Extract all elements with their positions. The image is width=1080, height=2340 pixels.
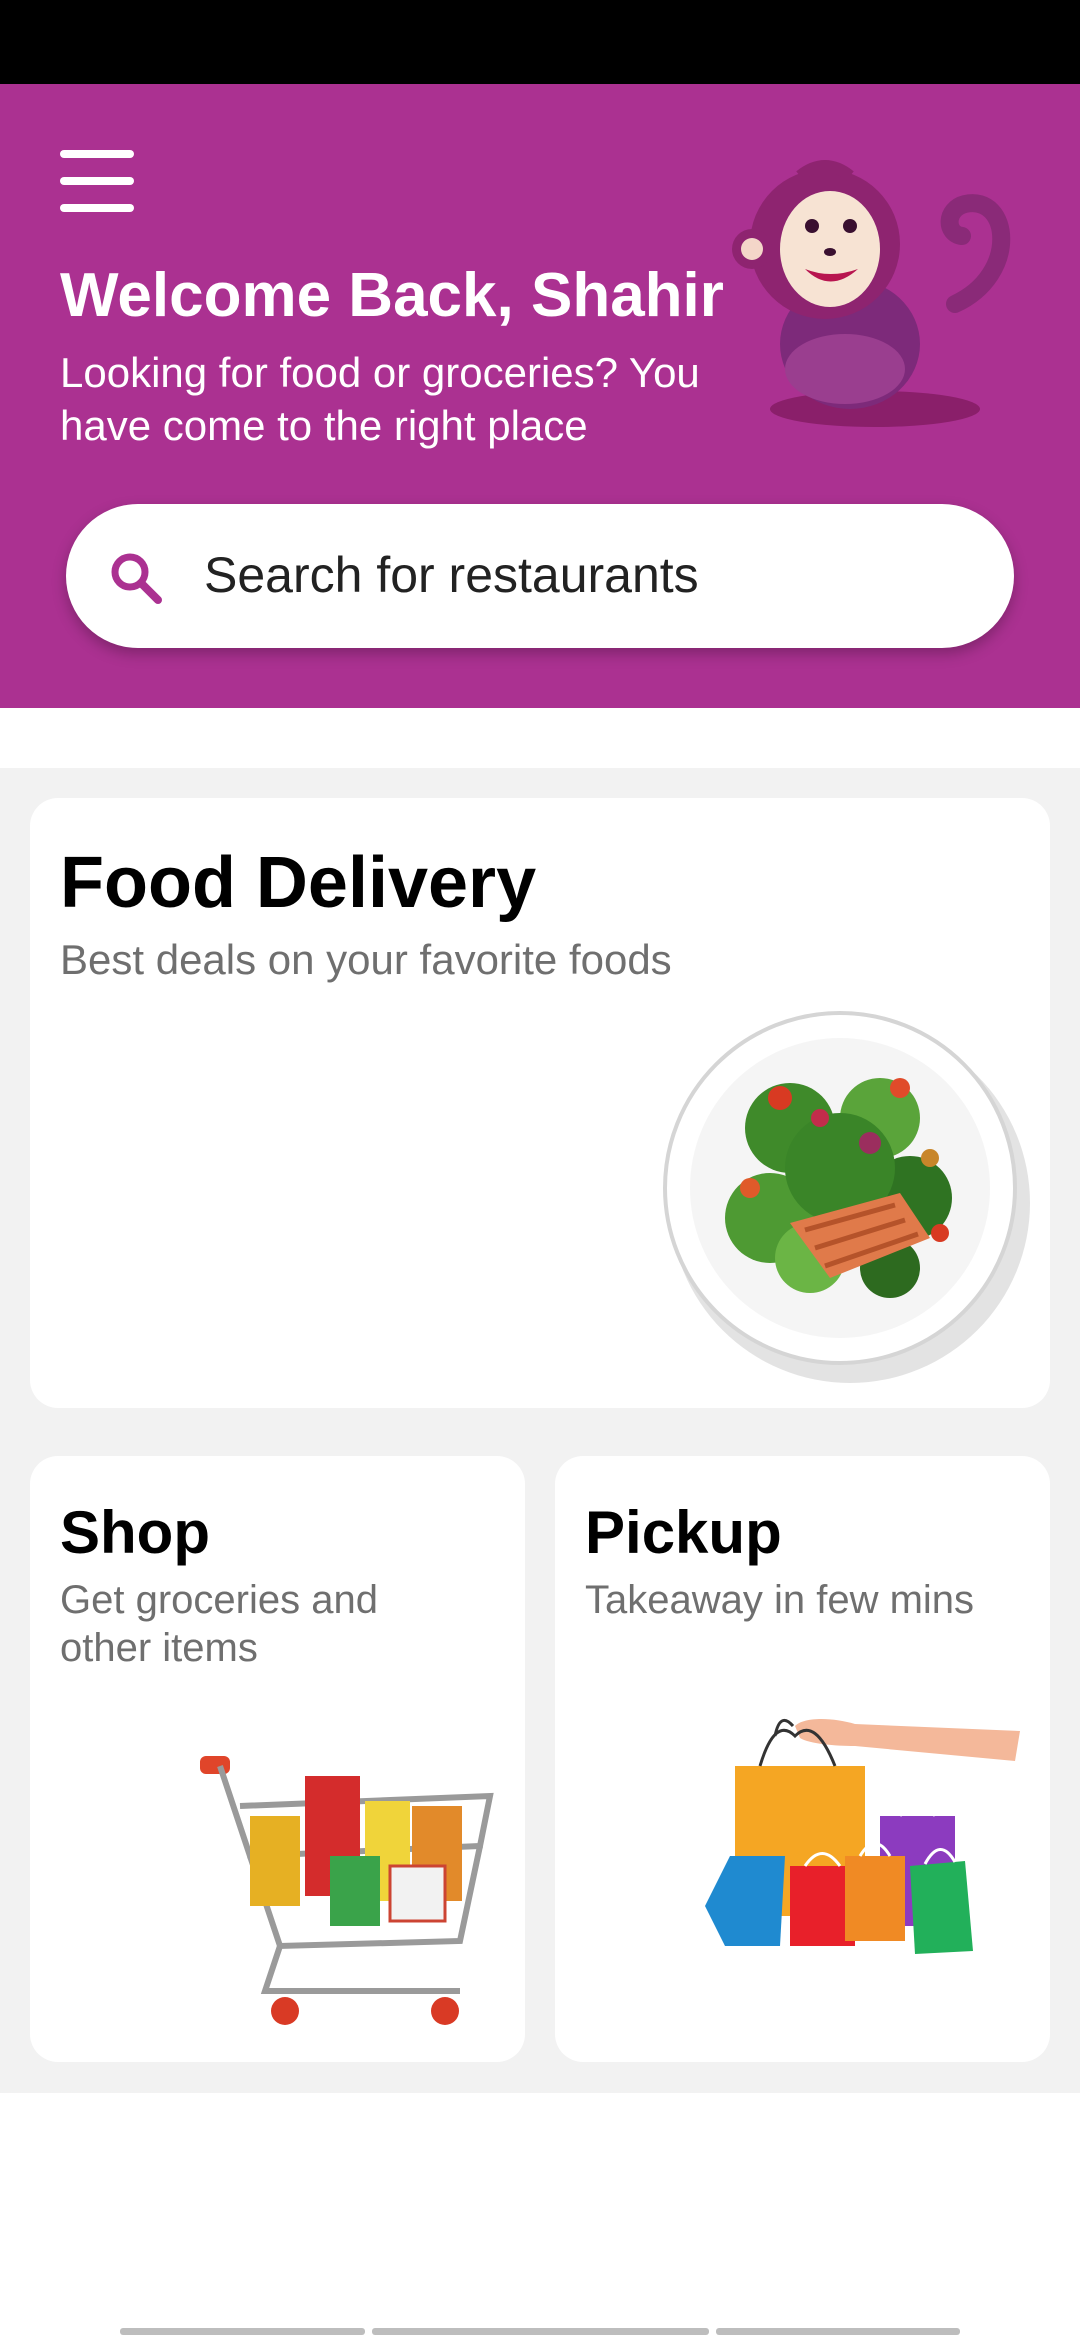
header: Welcome Back, Shahir Looking for food or… <box>0 84 1080 708</box>
shop-subtitle: Get groceries and other items <box>60 1578 378 1670</box>
status-bar <box>0 0 1080 84</box>
bottom-area <box>0 2093 1080 2340</box>
food-delivery-title: Food Delivery <box>60 843 537 923</box>
pickup-card[interactable]: Pickup Takeaway in few mins <box>555 1456 1050 2062</box>
search-icon <box>111 553 162 604</box>
salmon-salad-plate-icon <box>663 1011 1030 1383</box>
spacer <box>0 708 1080 768</box>
food-delivery-subtitle: Best deals on your favorite foods <box>60 936 672 983</box>
gesture-bar-right <box>716 2328 960 2335</box>
food-delivery-card[interactable]: Food Delivery Best deals on your favorit… <box>30 798 1050 1408</box>
services-section: Food Delivery Best deals on your favorit… <box>0 768 1080 2093</box>
gesture-bar-center <box>372 2328 709 2335</box>
pickup-title: Pickup <box>585 1499 782 1566</box>
header-subtitle: Looking for food or groceries? You have … <box>60 349 700 449</box>
welcome-heading: Welcome Back, Shahir <box>60 261 724 330</box>
menu-icon[interactable] <box>58 150 136 212</box>
shop-card[interactable]: Shop Get groceries and other items <box>30 1456 525 2062</box>
search-input[interactable]: Search for restaurants <box>204 546 699 604</box>
gesture-bar-left <box>120 2328 365 2335</box>
shop-title: Shop <box>60 1499 210 1566</box>
shopping-bags-icon <box>705 1718 1020 1954</box>
search-bar[interactable]: Search for restaurants <box>66 504 1014 648</box>
grocery-cart-icon <box>200 1756 494 2025</box>
pickup-subtitle: Takeaway in few mins <box>585 1578 975 1622</box>
